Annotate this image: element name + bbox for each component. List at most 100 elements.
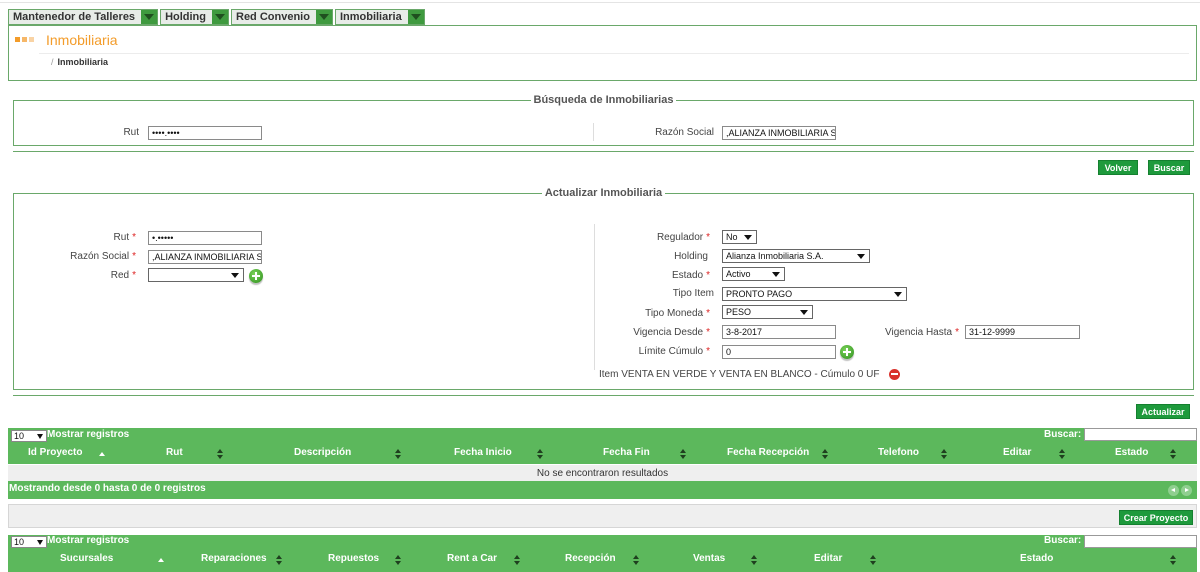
col-rent-a-car[interactable]: Rent a Car xyxy=(447,553,497,564)
required-mark: * xyxy=(706,327,710,338)
bullet-dot xyxy=(29,37,34,42)
sort-icon[interactable] xyxy=(1170,449,1177,459)
col-ventas[interactable]: Ventas xyxy=(693,553,725,564)
col-fecha-recepcion[interactable]: Fecha Recepción xyxy=(727,447,809,458)
razon-social-input[interactable]: ,ALIANZA INMOBILIARIA S xyxy=(148,250,262,264)
sort-icon[interactable] xyxy=(751,555,758,565)
col-estado[interactable]: Estado xyxy=(1020,553,1053,564)
vigencia-hasta-input[interactable]: 31-12-9999 xyxy=(965,325,1080,339)
menu-red-convenio[interactable]: Red Convenio xyxy=(231,9,333,25)
previous-page-icon[interactable] xyxy=(1168,485,1179,496)
empty-table-row: No se encontraron resultados xyxy=(8,465,1197,481)
vigencia-hasta-label-text: Vigencia Hasta xyxy=(885,327,953,338)
page-title: Inmobiliaria xyxy=(46,32,118,48)
sort-icon[interactable] xyxy=(537,449,544,459)
update-button[interactable]: Actualizar xyxy=(1136,404,1190,419)
top-divider xyxy=(0,2,1200,3)
col-descripcion[interactable]: Descripción xyxy=(294,447,351,458)
branches-search-input[interactable] xyxy=(1084,535,1197,548)
sort-icon[interactable] xyxy=(633,555,640,565)
add-red-icon[interactable] xyxy=(249,269,263,283)
branches-length-select[interactable]: 10 xyxy=(11,536,47,548)
required-mark: * xyxy=(706,232,710,243)
chevron-down-icon[interactable] xyxy=(315,10,332,24)
rut-input[interactable]: •.••••• xyxy=(148,231,262,245)
sort-icon[interactable] xyxy=(217,449,224,459)
col-sucursales[interactable]: Sucursales xyxy=(60,553,113,564)
bullet-dot xyxy=(15,37,20,42)
col-fecha-fin[interactable]: Fecha Fin xyxy=(603,447,650,458)
limite-cumulo-label: Límite Cúmulo * xyxy=(604,346,710,357)
menu-mantenedor-talleres[interactable]: Mantenedor de Talleres xyxy=(8,9,159,25)
col-editar[interactable]: Editar xyxy=(814,553,842,564)
estado-label: Estado * xyxy=(604,270,710,281)
vigencia-desde-input[interactable]: 3-8-2017 xyxy=(722,325,836,339)
sort-icon[interactable] xyxy=(680,449,687,459)
razon-social-label: Razón Social * xyxy=(34,251,136,262)
sort-icon[interactable] xyxy=(395,449,402,459)
title-divider xyxy=(39,53,1189,54)
tipo-moneda-label: Tipo Moneda * xyxy=(604,308,710,319)
breadcrumb-item[interactable]: Inmobiliaria xyxy=(58,57,109,67)
fieldset-legend: Búsqueda de Inmobiliarias xyxy=(14,94,1193,106)
holding-label: Holding xyxy=(674,251,708,262)
col-repuestos[interactable]: Repuestos xyxy=(328,553,379,564)
sort-icon[interactable] xyxy=(1170,555,1177,565)
vigencia-hasta-label: Vigencia Hasta * xyxy=(864,327,959,338)
col-id-proyecto[interactable]: Id Proyecto xyxy=(28,447,82,458)
chevron-down-icon[interactable] xyxy=(141,10,158,24)
sort-icon[interactable] xyxy=(514,555,521,565)
tipo-item-select[interactable]: PRONTO PAGO xyxy=(722,287,907,301)
back-button[interactable]: Volver xyxy=(1098,160,1138,175)
page-header: Inmobiliaria / Inmobiliaria xyxy=(8,25,1197,81)
col-fecha-inicio[interactable]: Fecha Inicio xyxy=(454,447,512,458)
col-telefono[interactable]: Telefono xyxy=(878,447,919,458)
required-mark: * xyxy=(132,251,136,262)
estado-label-text: Estado xyxy=(671,270,704,281)
projects-table-header: 10 Mostrar registros Buscar: Id Proyecto… xyxy=(8,428,1197,464)
razon-social-label: Razón Social xyxy=(655,127,714,138)
col-editar[interactable]: Editar xyxy=(1003,447,1031,458)
sort-icon[interactable] xyxy=(870,555,877,565)
rut-label: Rut * xyxy=(44,232,136,243)
projects-search-input[interactable] xyxy=(1084,428,1197,441)
sort-icon[interactable] xyxy=(941,449,948,459)
create-project-button[interactable]: Crear Proyecto xyxy=(1119,510,1193,525)
next-page-icon[interactable] xyxy=(1181,485,1192,496)
update-fieldset: Actualizar Inmobiliaria Rut * •.••••• Raz… xyxy=(13,187,1194,390)
chevron-down-icon[interactable] xyxy=(212,10,228,24)
menu-label: Mantenedor de Talleres xyxy=(13,11,136,23)
search-button[interactable]: Buscar xyxy=(1148,160,1190,175)
col-recepcion[interactable]: Recepción xyxy=(565,553,616,564)
sort-asc-icon[interactable] xyxy=(99,452,106,457)
sort-icon[interactable] xyxy=(276,555,283,565)
main-menu: Mantenedor de Talleres Holding Red Conve… xyxy=(8,9,425,25)
tipo-moneda-select[interactable]: PESO xyxy=(722,305,813,319)
search-razon-social-input[interactable]: ,ALIANZA INMOBILIARIA S xyxy=(722,126,836,140)
projects-table-footer: Mostrando desde 0 hasta 0 de 0 registros xyxy=(8,481,1197,499)
estado-select[interactable]: Activo xyxy=(722,267,785,281)
red-select[interactable] xyxy=(148,268,244,282)
projects-length-select[interactable]: 10 xyxy=(11,430,47,442)
remove-item-icon[interactable] xyxy=(889,369,900,380)
col-reparaciones[interactable]: Reparaciones xyxy=(201,553,267,564)
search-rut-input[interactable]: ••••.•••• xyxy=(148,126,262,140)
required-mark: * xyxy=(706,346,710,357)
sort-icon[interactable] xyxy=(1059,449,1066,459)
regulador-select[interactable]: No xyxy=(722,230,757,244)
menu-holding[interactable]: Holding xyxy=(160,9,229,25)
add-item-icon[interactable] xyxy=(840,345,854,359)
sort-icon[interactable] xyxy=(395,555,402,565)
menu-label: Inmobiliaria xyxy=(339,11,402,23)
col-estado[interactable]: Estado xyxy=(1115,447,1148,458)
col-rut[interactable]: Rut xyxy=(166,447,183,458)
sort-icon[interactable] xyxy=(822,449,829,459)
vigencia-desde-label-text: Vigencia Desde xyxy=(633,327,704,338)
chevron-down-icon[interactable] xyxy=(407,10,424,24)
section-divider xyxy=(13,151,1194,152)
search-label: Buscar: xyxy=(1044,535,1082,546)
holding-select[interactable]: Alianza Inmobiliaria S.A. xyxy=(722,249,870,263)
sort-asc-icon[interactable] xyxy=(158,558,165,563)
limite-cumulo-input[interactable]: 0 xyxy=(722,345,836,359)
menu-inmobiliaria[interactable]: Inmobiliaria xyxy=(334,9,425,25)
